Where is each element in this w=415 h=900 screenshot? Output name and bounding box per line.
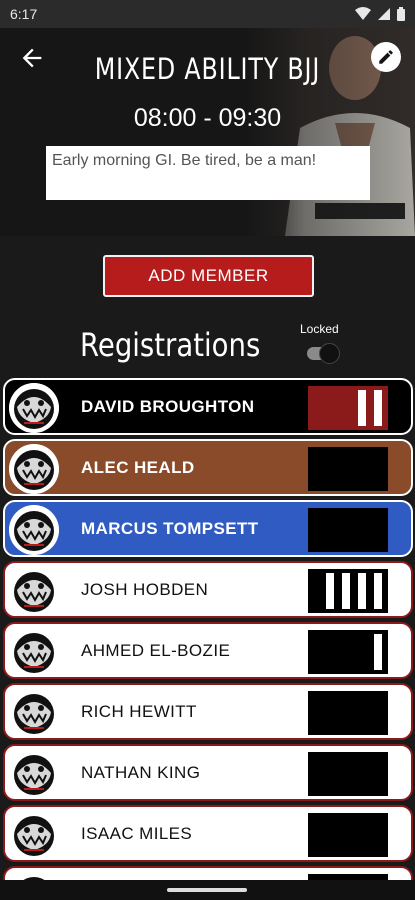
belt-rank — [308, 386, 388, 430]
member-row[interactable]: ALEC HEALD — [3, 439, 413, 496]
member-name: AHMED EL-BOZIE — [81, 641, 231, 660]
locked-label: Locked — [300, 322, 339, 336]
home-gesture-pill[interactable] — [167, 888, 247, 892]
belt-rank — [308, 508, 388, 552]
belt-rank — [308, 630, 388, 674]
member-avatar — [9, 688, 59, 738]
member-row[interactable]: NATHAN KING — [3, 744, 413, 801]
add-member-button[interactable]: ADD MEMBER — [103, 255, 314, 297]
belt-stripe — [374, 634, 382, 670]
member-name: NATHAN KING — [81, 763, 201, 782]
member-avatar — [9, 383, 59, 433]
member-avatar — [9, 505, 59, 555]
belt-rank — [308, 813, 388, 857]
member-name: ALEC HEALD — [81, 458, 195, 477]
class-description[interactable]: Early morning GI. Be tired, be a man! — [46, 146, 370, 200]
class-header: MIXED ABILITY BJJ 08:00 - 09:30 Early mo… — [0, 28, 415, 236]
member-avatar — [9, 749, 59, 799]
registrations-list[interactable]: DAVID BROUGHTON ALEC HEALD MARCUS TOMPSETT… — [0, 378, 415, 890]
belt-stripe — [358, 573, 366, 609]
member-row[interactable]: JOSH HOBDEN — [3, 561, 413, 618]
member-avatar — [9, 444, 59, 494]
member-avatar — [9, 810, 59, 860]
belt-stripe — [374, 573, 382, 609]
member-row[interactable]: ISAAC MILES — [3, 805, 413, 862]
status-time: 6:17 — [10, 6, 38, 22]
member-avatar — [9, 566, 59, 616]
wifi-icon — [355, 7, 371, 20]
member-row[interactable]: AHMED EL-BOZIE — [3, 622, 413, 679]
belt-stripe — [326, 573, 334, 609]
registrations-heading: Registrations — [80, 326, 261, 364]
gesture-nav-bar — [0, 880, 415, 900]
belt-rank — [308, 691, 388, 735]
member-name: ISAAC MILES — [81, 824, 193, 843]
class-time: 08:00 - 09:30 — [133, 104, 282, 132]
member-row[interactable]: RICH HEWITT — [3, 683, 413, 740]
status-bar: 6:17 — [0, 0, 415, 28]
class-title: MIXED ABILITY BJJ — [94, 52, 321, 86]
member-name: RICH HEWITT — [81, 702, 197, 721]
member-name: DAVID BROUGHTON — [81, 397, 255, 416]
member-name: JOSH HOBDEN — [81, 580, 209, 599]
member-name: MARCUS TOMPSETT — [81, 519, 259, 538]
belt-rank — [308, 569, 388, 613]
status-icons — [355, 7, 405, 21]
battery-icon — [397, 7, 405, 21]
member-avatar — [9, 627, 59, 677]
belt-stripe — [358, 390, 366, 426]
member-row[interactable]: MARCUS TOMPSETT — [3, 500, 413, 557]
belt-rank — [308, 752, 388, 796]
belt-rank — [308, 447, 388, 491]
belt-stripe — [342, 573, 350, 609]
toggle-thumb — [319, 343, 340, 364]
belt-stripe — [374, 390, 382, 426]
member-row[interactable]: DAVID BROUGHTON — [3, 378, 413, 435]
pencil-icon — [379, 50, 393, 64]
signal-icon — [378, 8, 390, 20]
locked-toggle[interactable] — [305, 342, 341, 364]
